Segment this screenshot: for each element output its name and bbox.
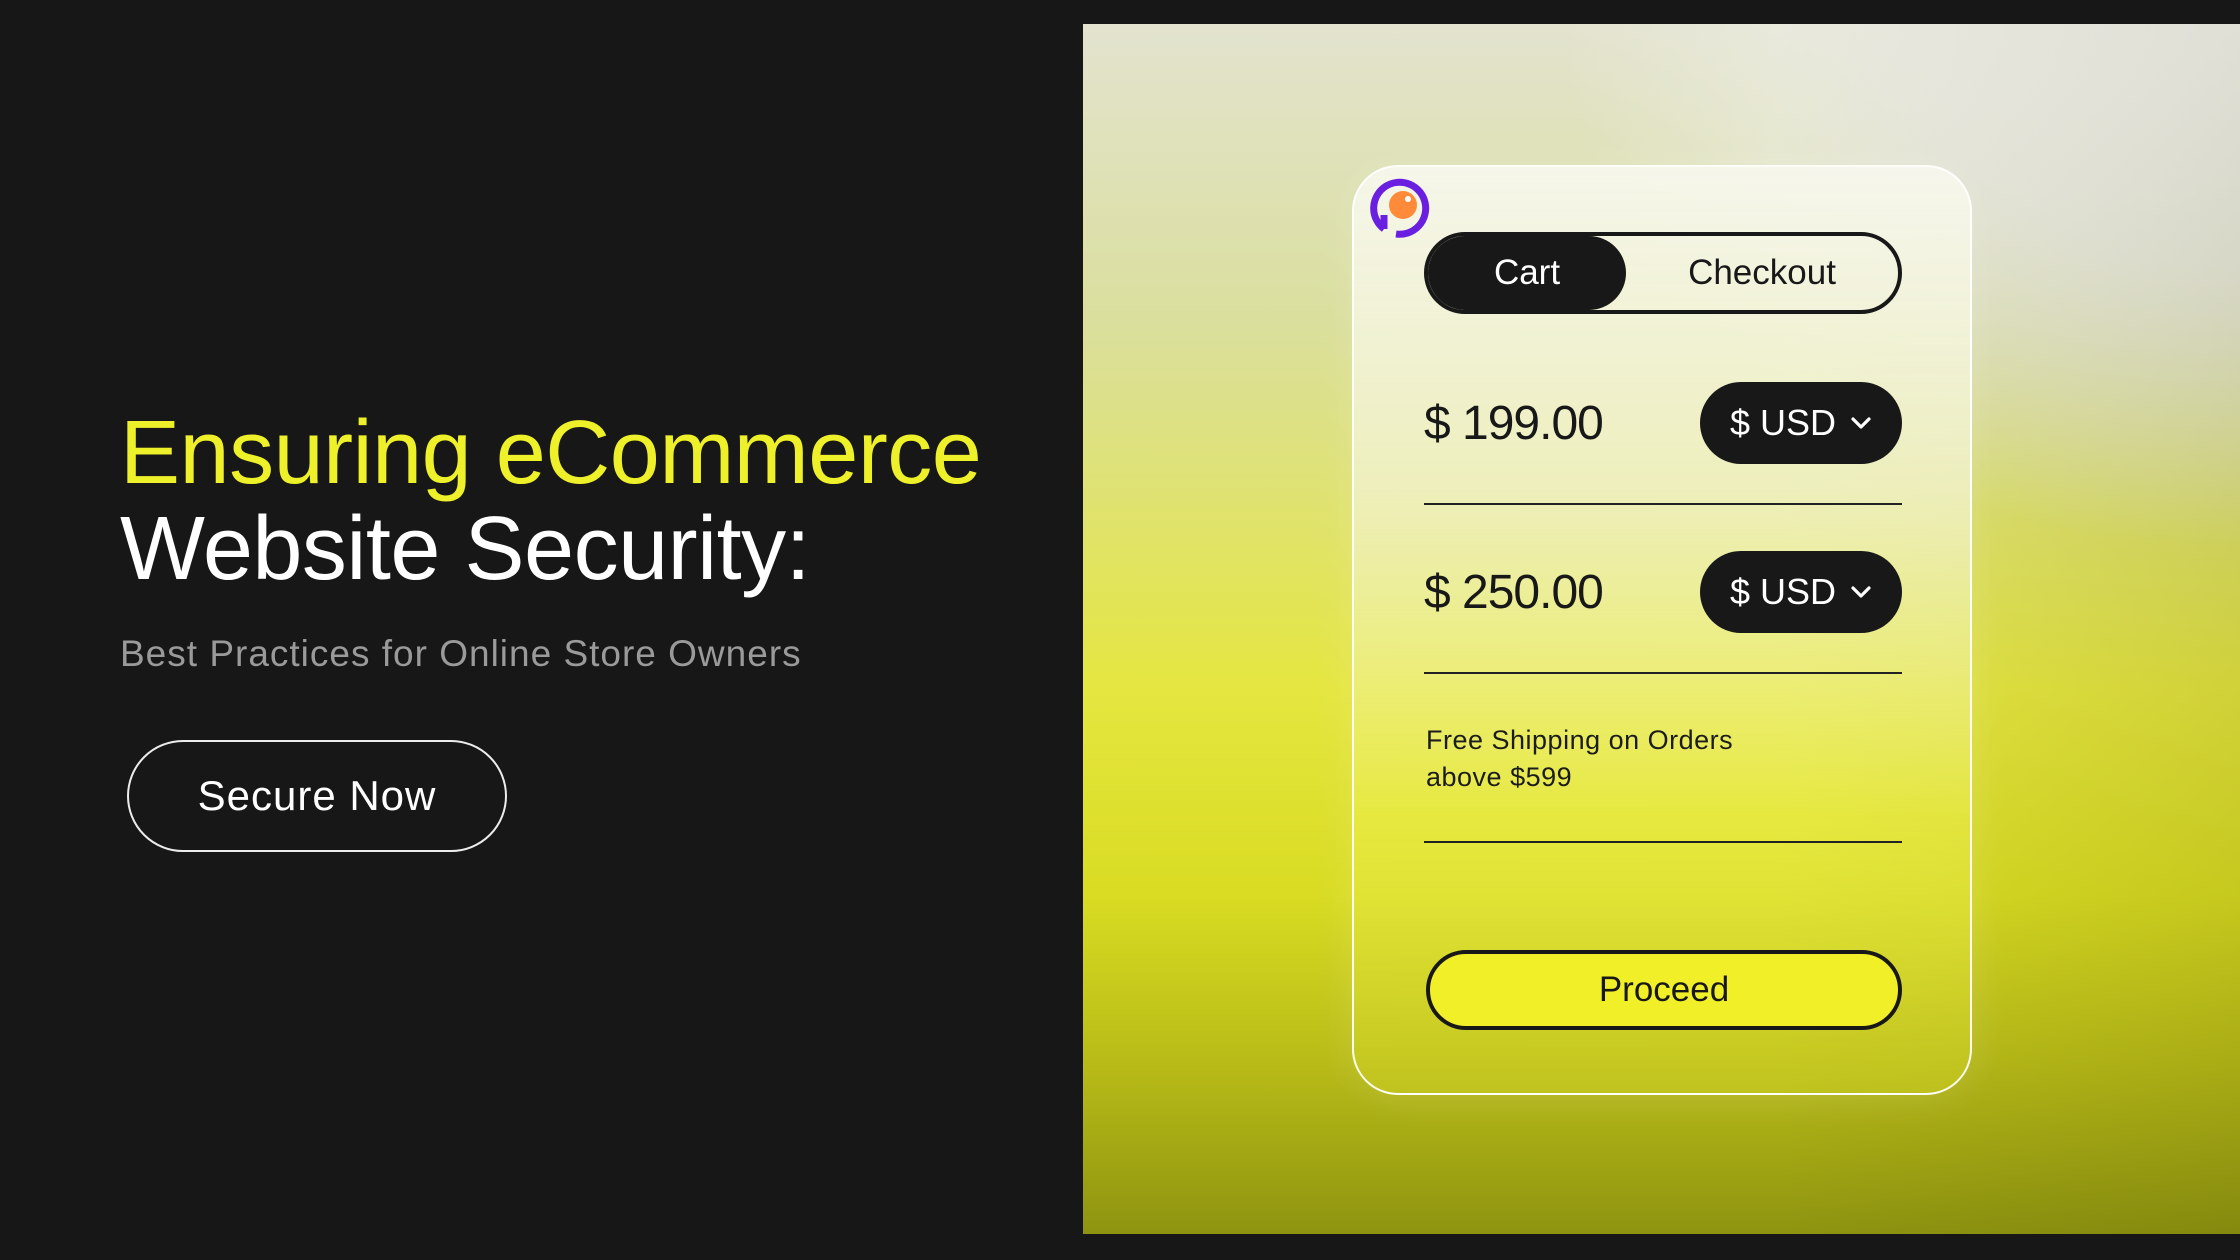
cart-checkout-toggle: Cart Checkout bbox=[1424, 232, 1902, 314]
price-row: $ 199.00 $ USD bbox=[1424, 382, 1902, 464]
shipping-note-line1: Free Shipping on Orders bbox=[1426, 725, 1734, 755]
title-highlight: Ensuring eCommerce bbox=[120, 403, 982, 503]
currency-select[interactable]: $ USD bbox=[1700, 382, 1902, 464]
checkout-card: Cart Checkout $ 199.00 $ USD $ 250.00 $ … bbox=[1352, 165, 1972, 1095]
price-row: $ 250.00 $ USD bbox=[1424, 551, 1902, 633]
tab-checkout[interactable]: Checkout bbox=[1626, 236, 1898, 310]
currency-label: $ USD bbox=[1729, 571, 1837, 612]
chevron-down-icon bbox=[1851, 586, 1871, 598]
shipping-note: Free Shipping on Orders above $599 bbox=[1426, 722, 1733, 796]
divider bbox=[1424, 841, 1902, 843]
tab-cart[interactable]: Cart bbox=[1428, 236, 1626, 310]
currency-label: $ USD bbox=[1729, 402, 1837, 443]
brand-logo-icon bbox=[1370, 178, 1430, 238]
divider bbox=[1424, 672, 1902, 674]
chevron-down-icon bbox=[1851, 417, 1871, 429]
page-subtitle: Best Practices for Online Store Owners bbox=[120, 633, 802, 674]
title-main: Website Security: bbox=[120, 499, 811, 599]
proceed-button[interactable]: Proceed bbox=[1426, 950, 1902, 1030]
hero-section: Ensuring eCommerce Website Security: Bes… bbox=[120, 405, 1020, 675]
shipping-note-line2: above $599 bbox=[1426, 762, 1573, 792]
secure-now-button[interactable]: Secure Now bbox=[127, 740, 507, 852]
currency-select[interactable]: $ USD bbox=[1700, 551, 1902, 633]
price-amount: $ 199.00 bbox=[1424, 396, 1604, 450]
divider bbox=[1424, 503, 1902, 505]
price-amount: $ 250.00 bbox=[1424, 565, 1604, 619]
page-title: Ensuring eCommerce Website Security: bbox=[120, 405, 1020, 597]
